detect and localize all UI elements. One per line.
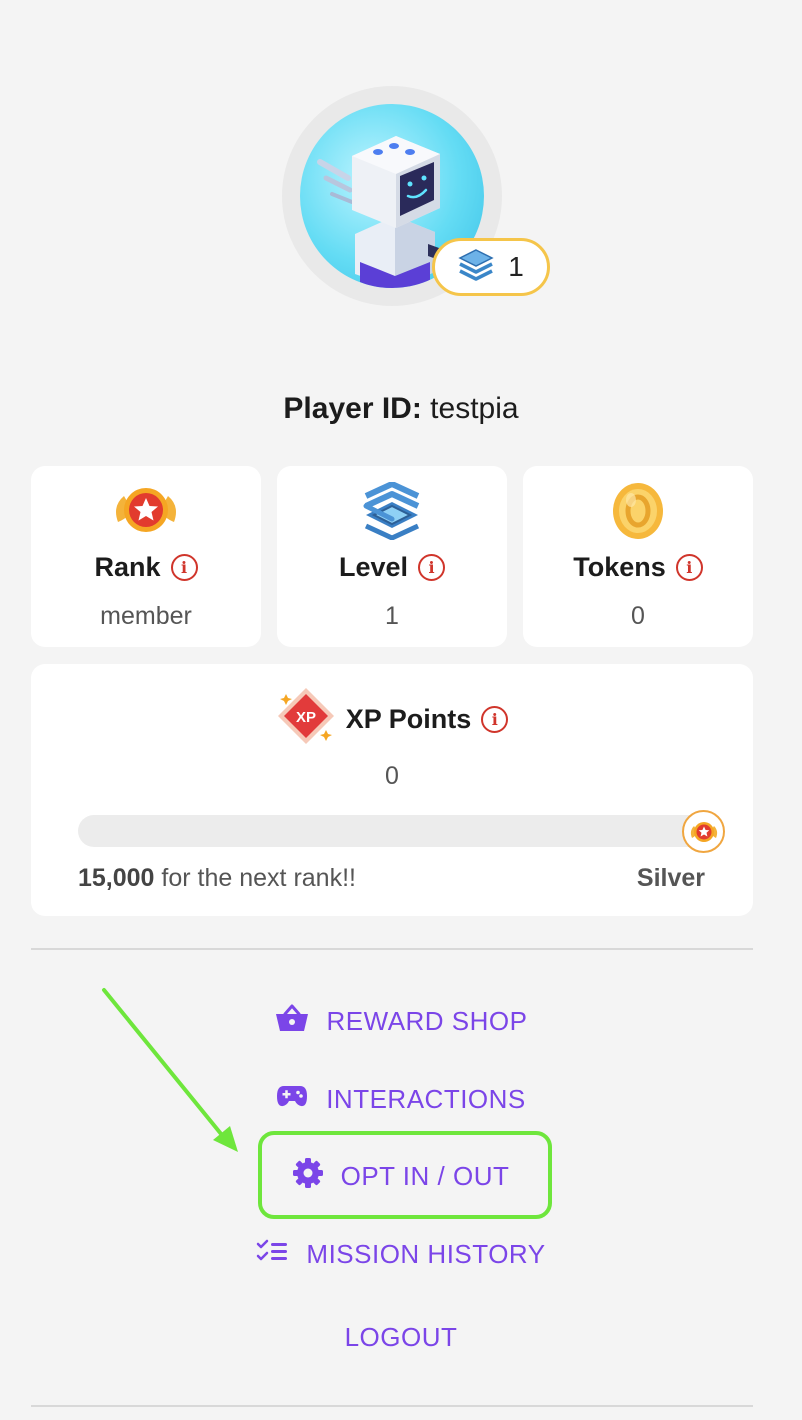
xp-label: XP Points: [345, 704, 472, 734]
divider: [31, 948, 753, 950]
next-rank-medal-icon: [682, 810, 725, 853]
next-rank-suffix: for the next rank!!: [161, 864, 356, 892]
annotation-highlight-box: [258, 1131, 552, 1219]
checklist-icon: [256, 1238, 288, 1271]
xp-info-icon[interactable]: i: [481, 706, 509, 733]
tokens-coin-icon: [612, 482, 664, 540]
tokens-label: Tokens: [573, 552, 666, 582]
level-badge-value: 1: [508, 251, 524, 282]
rank-card: Rank i member: [31, 466, 261, 647]
level-layers-icon: [458, 248, 494, 287]
level-layers-icon: [361, 481, 423, 541]
tokens-value: 0: [631, 602, 645, 630]
level-info-icon[interactable]: i: [418, 554, 446, 581]
rank-medal-icon: [110, 482, 182, 540]
mission-history-label: MISSION HISTORY: [306, 1238, 546, 1269]
interactions-link[interactable]: INTERACTIONS: [0, 1079, 802, 1119]
next-rank-name: Silver: [636, 864, 705, 892]
reward-shop-link[interactable]: REWARD SHOP: [0, 1001, 802, 1041]
svg-text:XP: XP: [296, 709, 316, 726]
rank-label: Rank: [94, 552, 161, 582]
gamepad-icon: [276, 1084, 308, 1115]
level-badge: 1: [432, 238, 550, 296]
level-value: 1: [385, 602, 399, 630]
level-card: Level i 1: [277, 466, 507, 647]
rank-value: member: [100, 602, 192, 630]
player-id-value: testpia: [430, 392, 519, 425]
player-id: Player ID: testpia: [0, 392, 802, 426]
interactions-label: INTERACTIONS: [326, 1083, 526, 1114]
xp-progress-bar: [78, 815, 706, 847]
next-rank-text: 15,000 for the next rank!!: [78, 864, 356, 893]
basket-icon: [275, 1003, 309, 1040]
player-id-label: Player ID:: [283, 392, 422, 425]
logout-label: LOGOUT: [344, 1321, 458, 1352]
xp-value: 0: [385, 762, 399, 790]
xp-card: XP XP Points i 0 15,000 for the next ran…: [31, 664, 753, 916]
logout-link[interactable]: LOGOUT: [0, 1317, 802, 1357]
reward-shop-label: REWARD SHOP: [326, 1005, 528, 1036]
xp-diamond-icon: XP: [276, 686, 336, 753]
tokens-info-icon[interactable]: i: [675, 554, 703, 581]
mission-history-link[interactable]: MISSION HISTORY: [0, 1234, 802, 1274]
level-label: Level: [338, 552, 409, 582]
rank-info-icon[interactable]: i: [170, 554, 198, 581]
tokens-card: Tokens i 0: [523, 466, 753, 647]
divider: [31, 1405, 753, 1407]
next-rank-amount: 15,000: [78, 864, 155, 892]
